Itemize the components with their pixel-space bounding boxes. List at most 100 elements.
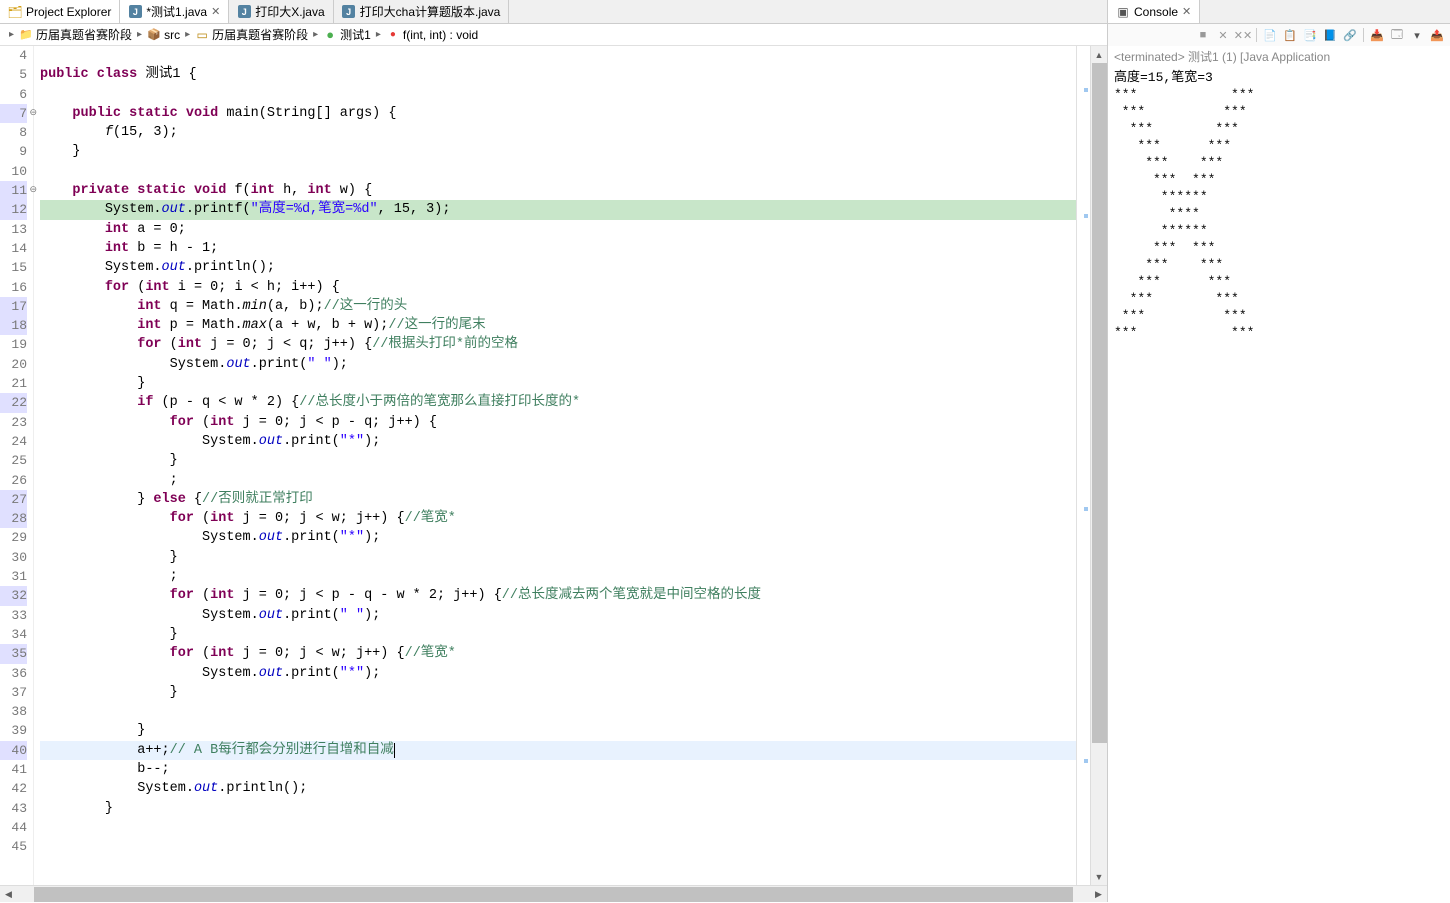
line-number: 45 [0,837,27,856]
tab-label: 打印大X.java [255,3,324,20]
code-line-26[interactable]: ; [40,471,1076,490]
editor-tab-2[interactable]: 打印大cha计算题版本.java [334,0,510,23]
breadcrumb-item-0[interactable]: 📁历届真题省赛阶段 [19,26,132,43]
code-line-29[interactable]: System.out.print("*"); [40,528,1076,547]
code-line-11[interactable]: private static void f(int h, int w) { [40,181,1076,200]
code-line-38[interactable] [40,702,1076,721]
code-line-16[interactable]: for (int i = 0; i < h; i++) { [40,278,1076,297]
code-line-44[interactable] [40,818,1076,837]
line-number: 35 [0,644,27,663]
code-line-14[interactable]: int b = h - 1; [40,239,1076,258]
horizontal-scrollbar[interactable]: ◀ ▶ [0,885,1107,902]
breadcrumb-label: src [164,28,180,42]
code-line-27[interactable]: } else {//否则就正常打印 [40,490,1076,509]
pin-button[interactable]: 🔗 [1341,26,1359,44]
code-line-42[interactable]: System.out.println(); [40,779,1076,798]
code-line-39[interactable]: } [40,721,1076,740]
code-line-37[interactable]: } [40,683,1076,702]
scroll-down-arrow-icon[interactable]: ▼ [1091,868,1107,885]
editor-tab-1[interactable]: 打印大X.java [229,0,333,23]
remove-launch-button[interactable]: ✕ [1214,26,1232,44]
code-line-32[interactable]: for (int j = 0; j < p - q - w * 2; j++) … [40,586,1076,605]
java-file-icon [128,5,142,19]
code-line-28[interactable]: for (int j = 0; j < w; j++) {//笔宽* [40,509,1076,528]
code-line-5[interactable]: public class 测试1 { [40,65,1076,84]
line-number: 40 [0,741,27,760]
code-line-18[interactable]: int p = Math.max(a + w, b + w);//这一行的尾末 [40,316,1076,335]
menu-button[interactable]: ▾ [1408,26,1426,44]
copy-button[interactable]: 📄 [1261,26,1279,44]
code-line-7[interactable]: public static void main(String[] args) { [40,104,1076,123]
breadcrumb-item-4[interactable]: f(int, int) : void [386,28,478,42]
code-line-23[interactable]: for (int j = 0; j < p - q; j++) { [40,413,1076,432]
line-number: 32 [0,586,27,605]
line-number: 21 [0,374,27,393]
overview-ruler [1076,46,1090,885]
scrollbar-thumb[interactable] [1092,63,1107,743]
code-editor[interactable]: public class 测试1 { public static void ma… [34,46,1076,885]
vertical-scrollbar[interactable]: ▲ ▼ [1090,46,1107,885]
project-explorer-tab[interactable]: 🗂 Project Explorer [0,0,120,23]
open-console-button[interactable]: 📥 [1368,26,1386,44]
close-icon[interactable]: ✕ [211,5,220,18]
code-line-34[interactable]: } [40,625,1076,644]
code-line-17[interactable]: int q = Math.min(a, b);//这一行的头 [40,297,1076,316]
code-line-36[interactable]: System.out.print("*"); [40,664,1076,683]
scroll-left-arrow-icon[interactable]: ◀ [0,886,17,903]
code-line-35[interactable]: for (int j = 0; j < w; j++) {//笔宽* [40,644,1076,663]
console-output[interactable]: 高度=15,笔宽=3 *** *** *** *** *** *** *** *… [1108,67,1450,902]
code-line-13[interactable]: int a = 0; [40,220,1076,239]
scroll-right-arrow-icon[interactable]: ▶ [1090,886,1107,903]
line-number: 27 [0,490,27,509]
code-line-40[interactable]: a++;// A B每行都会分别进行自增和自减 [40,741,1076,760]
scroll-lock-button[interactable]: 📘 [1321,26,1339,44]
breadcrumb-item-1[interactable]: 📦src [147,28,180,42]
editor-tab-0[interactable]: *测试1.java✕ [120,0,229,23]
code-line-22[interactable]: if (p - q < w * 2) {//总长度小于两倍的笔宽那么直接打印长度… [40,393,1076,412]
line-number: 30 [0,548,27,567]
code-line-12[interactable]: System.out.printf("高度=%d,笔宽=%d", 15, 3); [40,200,1076,219]
code-line-33[interactable]: System.out.print(" "); [40,606,1076,625]
line-number: 16 [0,278,27,297]
code-line-41[interactable]: b--; [40,760,1076,779]
code-line-15[interactable]: System.out.println(); [40,258,1076,277]
java-file-icon [342,5,356,19]
paste-button[interactable]: 📋 [1281,26,1299,44]
breadcrumb-label: 历届真题省赛阶段 [212,26,308,43]
breadcrumb-label: 历届真题省赛阶段 [36,26,132,43]
line-number: 4 [0,46,27,65]
scrollbar-thumb-h[interactable] [34,887,1073,902]
maximize-button[interactable]: 📤 [1428,26,1446,44]
code-line-19[interactable]: for (int j = 0; j < q; j++) {//根据头打印*前的空… [40,335,1076,354]
terminate-button[interactable]: ■ [1194,26,1212,44]
package-icon: ▭ [195,28,209,42]
code-line-43[interactable]: } [40,799,1076,818]
code-line-9[interactable]: } [40,142,1076,161]
code-line-24[interactable]: System.out.print("*"); [40,432,1076,451]
code-line-31[interactable]: ; [40,567,1076,586]
display-button[interactable]: 🗔 [1388,26,1406,44]
editor-area: 4567⊖891011⊖1213141516171819202122232425… [0,46,1107,885]
code-line-25[interactable]: } [40,451,1076,470]
code-line-21[interactable]: } [40,374,1076,393]
tabs-bar: 🗂 Project Explorer *测试1.java✕ 打印大X.java 打印… [0,0,1107,24]
code-line-30[interactable]: } [40,548,1076,567]
line-number: 29 [0,528,27,547]
console-icon: ▣ [1116,5,1130,19]
breadcrumb-item-2[interactable]: ▭历届真题省赛阶段 [195,26,308,43]
scroll-up-arrow-icon[interactable]: ▲ [1091,46,1107,63]
code-line-20[interactable]: System.out.print(" "); [40,355,1076,374]
code-line-6[interactable] [40,85,1076,104]
method-icon [386,28,400,42]
console-tab[interactable]: ▣ Console ✕ [1108,0,1200,23]
close-icon[interactable]: ✕ [1182,5,1191,18]
breadcrumb-item-3[interactable]: 测试1 [323,26,371,43]
line-number: 23 [0,413,27,432]
cursor-mark [1084,759,1088,763]
code-line-4[interactable] [40,46,1076,65]
remove-all-button[interactable]: ✕✕ [1234,26,1252,44]
code-line-10[interactable] [40,162,1076,181]
clipboard-button[interactable]: 📑 [1301,26,1319,44]
code-line-8[interactable]: f(15, 3); [40,123,1076,142]
line-number: 31 [0,567,27,586]
